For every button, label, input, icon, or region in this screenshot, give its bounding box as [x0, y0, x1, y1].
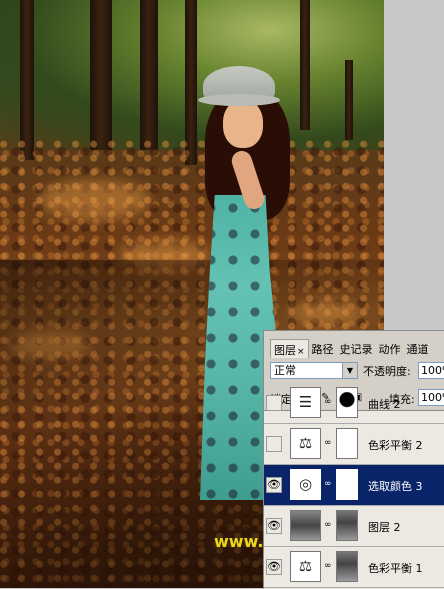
link-icon: ∞ [324, 479, 332, 489]
tab-label: 史记录 [339, 343, 373, 356]
photo-icon [290, 510, 321, 541]
blend-mode-value: 正常 [274, 364, 296, 377]
tab-layers[interactable]: 图层× [270, 339, 309, 358]
eye-icon[interactable]: 👁 [266, 518, 282, 534]
workspace-background [384, 0, 444, 330]
tree-trunk [20, 0, 34, 160]
tab-paths[interactable]: 路径 [309, 339, 337, 357]
eye-icon[interactable]: 👁 [266, 559, 282, 575]
layer-name: 色彩平衡 1 [368, 562, 423, 575]
sunlight-patch [40, 180, 150, 220]
tree-trunk [345, 60, 353, 140]
tab-label: 路径 [311, 343, 334, 356]
layer-mask-thumbnail[interactable] [336, 387, 358, 418]
layer-row[interactable]: 👁 ∞ 图层 2 [264, 506, 444, 547]
eye-icon[interactable]: 👁 [266, 477, 282, 493]
panel-tabs: 图层× 路径 史记录 动作 通道 [264, 339, 444, 358]
link-icon: ∞ [324, 397, 332, 407]
link-icon: ∞ [324, 561, 332, 571]
layer-name: 图层 2 [368, 521, 401, 534]
tree-trunk [140, 0, 158, 150]
balance-icon: ⚖ [290, 428, 321, 459]
visibility-toggle[interactable] [266, 395, 282, 411]
visibility-toggle[interactable] [266, 436, 282, 452]
curves-icon: ☰ [290, 387, 321, 418]
layer-row-selected[interactable]: 👁 ◎ ∞ 选取颜色 3 [264, 465, 444, 506]
opacity-label: 不透明度: [363, 365, 411, 378]
blend-mode-select[interactable]: 正常 ▼ [270, 362, 358, 379]
layer-mask-thumbnail[interactable] [336, 469, 358, 500]
tree-trunk [90, 0, 112, 150]
tab-history[interactable]: 史记录 [337, 339, 376, 357]
layer-mask-thumbnail[interactable] [336, 551, 358, 582]
link-icon: ∞ [324, 520, 332, 530]
layer-mask-thumbnail[interactable] [336, 428, 358, 459]
selective-color-icon: ◎ [290, 469, 321, 500]
layer-row[interactable]: ⚖ ∞ 色彩平衡 2 [264, 424, 444, 465]
balance-icon: ⚖ [290, 551, 321, 582]
chevron-down-icon[interactable]: ▼ [342, 363, 357, 378]
close-icon[interactable]: × [297, 347, 305, 357]
layer-name: 曲线 2 [368, 398, 401, 411]
layer-mask-thumbnail[interactable] [336, 510, 358, 541]
layers-list: ☰ ∞ 曲线 2 ⚖ ∞ 色彩平衡 2 👁 ◎ ∞ 选取颜色 3 👁 ∞ 图层 … [264, 387, 444, 589]
layer-row[interactable]: ☰ ∞ 曲线 2 [264, 383, 444, 424]
tree-trunk [300, 0, 310, 130]
layer-name: 色彩平衡 2 [368, 439, 423, 452]
layer-row[interactable]: 👁 ⚖ ∞ 色彩平衡 1 [264, 547, 444, 588]
tab-label: 通道 [406, 343, 429, 356]
tab-label: 图层 [274, 344, 296, 357]
layers-panel: 图层× 路径 史记录 动作 通道 正常 ▼ 不透明度: 100% 锁定: ✎ ✥… [263, 330, 444, 589]
hat-brim [198, 94, 280, 106]
blend-toolbar: 正常 ▼ 不透明度: 100% [270, 362, 444, 382]
girl-face [223, 100, 263, 148]
tab-channels[interactable]: 通道 [404, 339, 432, 357]
link-icon: ∞ [324, 438, 332, 448]
opacity-input[interactable]: 100% [418, 362, 444, 379]
layer-name: 选取颜色 3 [368, 480, 423, 493]
tab-label: 动作 [378, 343, 401, 356]
tab-actions[interactable]: 动作 [376, 339, 404, 357]
